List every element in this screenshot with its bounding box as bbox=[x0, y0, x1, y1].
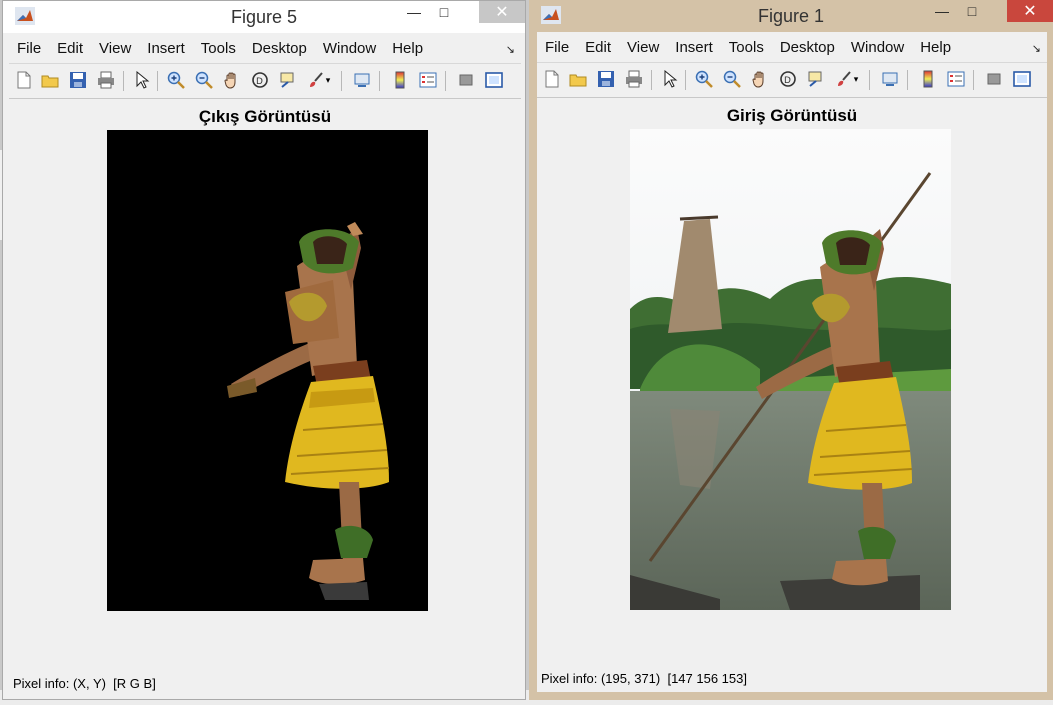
menu-desktop[interactable]: Desktop bbox=[772, 39, 843, 56]
data-cursor-icon[interactable] bbox=[805, 68, 827, 90]
figure1-titlebar[interactable]: Figure 1 — □ ✕ bbox=[529, 0, 1053, 32]
menu-insert[interactable]: Insert bbox=[667, 39, 721, 56]
dock-arrow-icon[interactable]: ↘ bbox=[506, 43, 515, 56]
link-plot-icon[interactable] bbox=[879, 68, 901, 90]
figure-toolbar: D ▾ bbox=[9, 63, 521, 99]
plot-title: Giriş Görüntüsü bbox=[726, 106, 858, 125]
save-icon[interactable] bbox=[67, 69, 89, 91]
print-icon[interactable] bbox=[95, 69, 117, 91]
input-image-axes[interactable] bbox=[630, 129, 951, 610]
save-icon[interactable] bbox=[595, 68, 617, 90]
show-plot-tools-icon[interactable] bbox=[1011, 68, 1033, 90]
maximize-button[interactable]: □ bbox=[429, 1, 459, 23]
zoom-out-icon[interactable] bbox=[721, 68, 743, 90]
menu-bar: File Edit View Insert Tools Desktop Wind… bbox=[9, 37, 521, 59]
menu-window[interactable]: Window bbox=[315, 40, 384, 57]
close-button[interactable]: ✕ bbox=[1007, 0, 1053, 22]
figure-toolbar: D ▾ bbox=[537, 62, 1047, 98]
segmented-dancer-image bbox=[107, 130, 428, 611]
legend-icon[interactable] bbox=[945, 68, 967, 90]
new-figure-icon[interactable] bbox=[13, 69, 35, 91]
new-figure-icon[interactable] bbox=[541, 68, 563, 90]
menu-edit[interactable]: Edit bbox=[577, 39, 619, 56]
menu-view[interactable]: View bbox=[91, 40, 139, 57]
plot-title: Çıkış Görüntüsü bbox=[198, 107, 332, 126]
rotate-3d-icon[interactable]: D bbox=[249, 69, 271, 91]
toolbar-separator bbox=[907, 70, 908, 90]
toolbar-separator bbox=[341, 71, 342, 91]
menu-edit[interactable]: Edit bbox=[49, 40, 91, 57]
output-image-axes[interactable] bbox=[107, 130, 428, 611]
pixel-info-text: Pixel info: (X, Y) [R G B] bbox=[13, 676, 156, 691]
dock-arrow-icon[interactable]: ↘ bbox=[1032, 42, 1041, 55]
pan-hand-icon[interactable] bbox=[221, 69, 243, 91]
minimize-button[interactable]: — bbox=[927, 0, 957, 22]
data-cursor-icon[interactable] bbox=[277, 69, 299, 91]
toolbar-separator bbox=[973, 70, 974, 90]
show-plot-tools-icon[interactable] bbox=[483, 69, 505, 91]
menu-tools[interactable]: Tools bbox=[193, 40, 244, 57]
dancer-photo-image bbox=[630, 129, 951, 610]
menu-file[interactable]: File bbox=[9, 40, 49, 57]
toolbar-separator bbox=[379, 71, 380, 91]
open-file-icon[interactable] bbox=[39, 69, 61, 91]
select-arrow-icon[interactable] bbox=[131, 69, 153, 91]
menu-bar: File Edit View Insert Tools Desktop Wind… bbox=[537, 36, 1047, 58]
menu-file[interactable]: File bbox=[537, 39, 577, 56]
print-icon[interactable] bbox=[623, 68, 645, 90]
zoom-in-icon[interactable] bbox=[693, 68, 715, 90]
svg-text:D: D bbox=[784, 76, 791, 86]
menu-desktop[interactable]: Desktop bbox=[244, 40, 315, 57]
svg-text:D: D bbox=[256, 77, 263, 87]
colorbar-icon[interactable] bbox=[917, 68, 939, 90]
menu-help[interactable]: Help bbox=[912, 39, 959, 56]
toolbar-separator bbox=[685, 70, 686, 90]
select-arrow-icon[interactable] bbox=[659, 68, 681, 90]
pixel-info-text: Pixel info: (195, 371) [147 156 153] bbox=[541, 671, 747, 686]
colorbar-icon[interactable] bbox=[389, 69, 411, 91]
zoom-in-icon[interactable] bbox=[165, 69, 187, 91]
hide-plot-tools-icon[interactable] bbox=[455, 69, 477, 91]
link-plot-icon[interactable] bbox=[351, 69, 373, 91]
figure5-client: File Edit View Insert Tools Desktop Wind… bbox=[9, 33, 521, 697]
figure1-window: Figure 1 — □ ✕ File Edit View Insert Too… bbox=[529, 0, 1053, 700]
menu-insert[interactable]: Insert bbox=[139, 40, 193, 57]
zoom-out-icon[interactable] bbox=[193, 69, 215, 91]
close-button[interactable]: ✕ bbox=[479, 1, 525, 23]
open-file-icon[interactable] bbox=[567, 68, 589, 90]
maximize-button[interactable]: □ bbox=[957, 0, 987, 22]
toolbar-separator bbox=[157, 71, 158, 91]
menu-view[interactable]: View bbox=[619, 39, 667, 56]
figure5-titlebar[interactable]: Figure 5 — □ ✕ bbox=[3, 1, 525, 33]
figure5-window: Figure 5 — □ ✕ File Edit View Insert Too… bbox=[2, 0, 526, 700]
legend-icon[interactable] bbox=[417, 69, 439, 91]
toolbar-separator bbox=[445, 71, 446, 91]
toolbar-separator bbox=[869, 70, 870, 90]
hide-plot-tools-icon[interactable] bbox=[983, 68, 1005, 90]
toolbar-separator bbox=[651, 70, 652, 90]
figure1-client: File Edit View Insert Tools Desktop Wind… bbox=[537, 32, 1047, 692]
toolbar-separator bbox=[123, 71, 124, 91]
menu-tools[interactable]: Tools bbox=[721, 39, 772, 56]
rotate-3d-icon[interactable]: D bbox=[777, 68, 799, 90]
brush-dropdown-icon[interactable]: ▾ bbox=[323, 69, 333, 91]
menu-window[interactable]: Window bbox=[843, 39, 912, 56]
menu-help[interactable]: Help bbox=[384, 40, 431, 57]
minimize-button[interactable]: — bbox=[399, 1, 429, 23]
brush-dropdown-icon[interactable]: ▾ bbox=[851, 68, 861, 90]
pan-hand-icon[interactable] bbox=[749, 68, 771, 90]
